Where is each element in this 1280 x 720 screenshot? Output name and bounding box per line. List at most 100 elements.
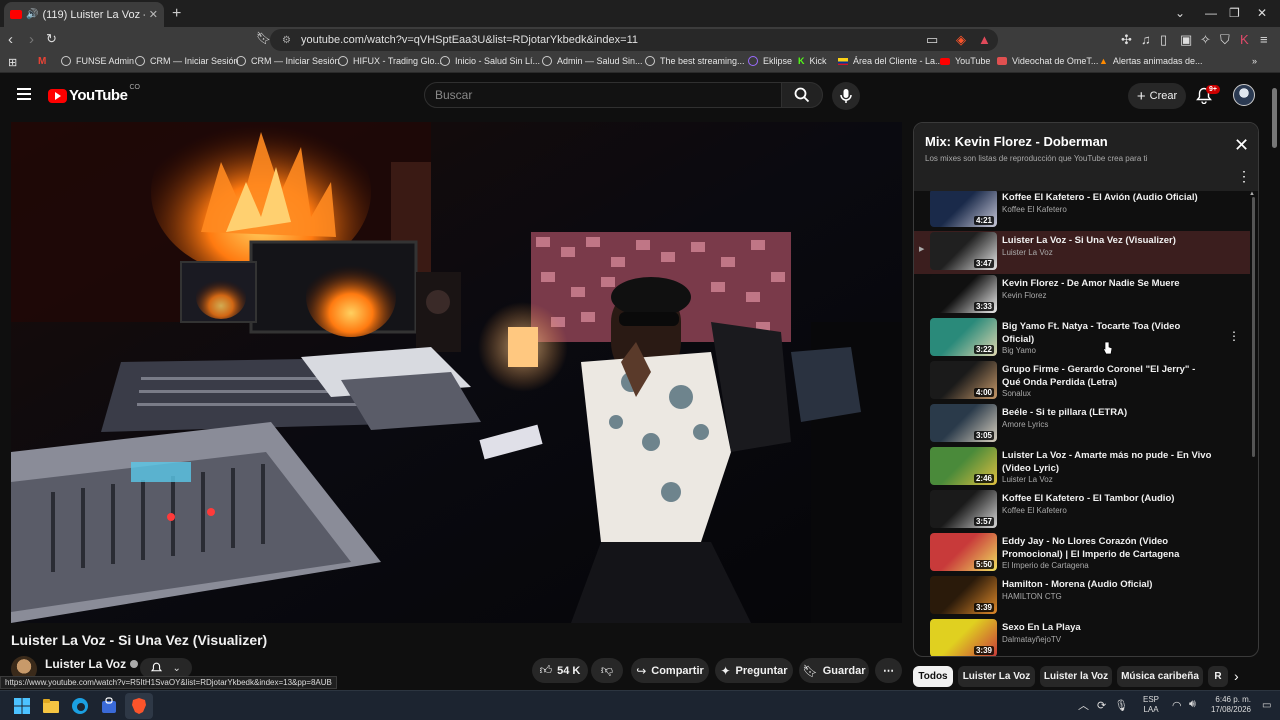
video-thumbnail[interactable]: 3:39 bbox=[930, 576, 997, 614]
bookmark-item[interactable]: HIFUX - Trading Glo... bbox=[338, 56, 442, 66]
apps-icon[interactable]: ⊞ bbox=[8, 56, 17, 69]
bookmark-item[interactable]: YouTube bbox=[940, 56, 990, 66]
bookmark-item[interactable]: CRM — Iniciar Sesión bbox=[135, 56, 239, 66]
close-window-button[interactable]: ✕ bbox=[1257, 6, 1267, 20]
youtube-logo[interactable]: YouTube CO bbox=[48, 84, 140, 104]
bookmark-item[interactable]: K Kick bbox=[798, 56, 827, 66]
brave-shield-icon[interactable]: ◈ bbox=[956, 32, 966, 48]
video-player[interactable] bbox=[11, 122, 902, 623]
subscription-bell-button[interactable]: ⌄ bbox=[140, 658, 192, 678]
voice-search-button[interactable] bbox=[832, 82, 860, 110]
language-indicator[interactable]: ESP LAA bbox=[1143, 695, 1159, 715]
playlist-item[interactable]: 4:00 Grupo Firme - Gerardo Coronel "El Je… bbox=[914, 360, 1250, 403]
store-icon[interactable] bbox=[100, 697, 118, 715]
item-more-icon[interactable]: ⋮ bbox=[1228, 329, 1240, 343]
save-button[interactable]: 🔖︎ Guardar bbox=[799, 658, 869, 683]
reload-icon[interactable]: ↻ bbox=[46, 31, 57, 47]
wifi-icon[interactable]: ◠ bbox=[1172, 699, 1182, 712]
bookmark-item[interactable]: Área del Cliente - La... bbox=[838, 56, 943, 66]
file-explorer-icon[interactable] bbox=[42, 697, 60, 715]
chip-all[interactable]: Todos bbox=[913, 666, 953, 687]
windows-start-icon[interactable] bbox=[13, 697, 31, 715]
video-thumbnail[interactable]: 3:05 bbox=[930, 404, 997, 442]
chevron-right-icon[interactable]: › bbox=[1234, 668, 1239, 684]
playlist-scrollbar[interactable] bbox=[1252, 197, 1255, 457]
bookmark-item[interactable]: Admin — Salud Sin... bbox=[542, 56, 643, 66]
video-thumbnail[interactable]: 4:21 bbox=[930, 191, 997, 227]
video-thumbnail[interactable]: 3:22 bbox=[930, 318, 997, 356]
playlist-item[interactable]: 3:39 Hamilton - Morena (Audio Oficial) HAM… bbox=[914, 575, 1250, 618]
search-button[interactable] bbox=[781, 82, 823, 108]
video-thumbnail[interactable]: 3:33 bbox=[930, 275, 997, 313]
bookmark-item[interactable]: Videochat de OmeT... bbox=[997, 56, 1098, 66]
playlist-item[interactable]: 5:50 Eddy Jay - No Llores Corazón (Video … bbox=[914, 532, 1250, 575]
browser-tab[interactable]: 🔊 (119) Luister La Voz - Si Una V ✕ bbox=[4, 2, 164, 27]
hamburger-menu-icon[interactable] bbox=[17, 88, 31, 100]
more-actions-button[interactable]: ⋯ bbox=[875, 658, 902, 683]
video-thumbnail[interactable]: 4:00 bbox=[930, 361, 997, 399]
share-button[interactable]: ↪ Compartir bbox=[631, 658, 709, 683]
playlist-item[interactable]: 3:39 Sexo En La Playa DalmatayñejoTV bbox=[914, 618, 1250, 656]
bookmark-icon[interactable]: 🔖︎ bbox=[256, 31, 271, 45]
site-info-icon[interactable]: ⚙ bbox=[282, 35, 291, 46]
maximize-button[interactable]: ❐ bbox=[1229, 6, 1240, 20]
notification-center-icon[interactable]: ▭ bbox=[1262, 700, 1271, 711]
extensions-icon[interactable]: ✣ bbox=[1121, 32, 1132, 48]
playlist-item-current[interactable]: ▶ 3:47 Luister La Voz - Si Una Vez (Visual… bbox=[914, 231, 1250, 274]
media-icon[interactable]: ♫ bbox=[1141, 32, 1151, 47]
page-scrollbar[interactable] bbox=[1272, 88, 1277, 148]
search-input[interactable]: Buscar bbox=[424, 82, 782, 108]
back-icon[interactable]: ‹ bbox=[8, 31, 13, 48]
playlist-item[interactable]: 3:57 Koffee El Kafetero - El Tambor (Audi… bbox=[914, 489, 1250, 532]
video-thumbnail[interactable]: 2:46 bbox=[930, 447, 997, 485]
new-tab-button[interactable]: + bbox=[172, 5, 181, 23]
more-bookmarks-icon[interactable]: » bbox=[1252, 56, 1257, 66]
edge-icon[interactable] bbox=[71, 697, 89, 715]
brave-browser-icon[interactable] bbox=[130, 697, 148, 715]
tab-search-icon[interactable]: ⌄ bbox=[1175, 6, 1185, 20]
microphone-tray-icon[interactable]: 🎙︎ bbox=[1114, 699, 1128, 712]
show-hidden-icons-icon[interactable]: ︿ bbox=[1078, 697, 1089, 713]
sidebar-icon[interactable]: ▯ bbox=[1160, 32, 1167, 48]
playlist-item[interactable]: 3:33 Kevin Florez - De Amor Nadie Se Muer… bbox=[914, 274, 1250, 317]
minimize-button[interactable]: — bbox=[1205, 6, 1217, 20]
scroll-up-arrow-icon[interactable]: ▲ bbox=[1249, 191, 1255, 197]
volume-icon[interactable]: 🔊︎ bbox=[1189, 698, 1196, 711]
forward-icon[interactable]: › bbox=[29, 31, 34, 48]
close-tab-icon[interactable]: ✕ bbox=[149, 8, 158, 21]
video-thumbnail[interactable]: 3:39 bbox=[930, 619, 997, 656]
bookmark-item[interactable]: CRM — Iniciar Sesión bbox=[236, 56, 340, 66]
playlist-item[interactable]: 4:21 Koffee El Kafetero - El Avión (Audio… bbox=[914, 191, 1250, 231]
menu-icon[interactable]: ≡ bbox=[1260, 32, 1268, 47]
chip-item[interactable]: R bbox=[1208, 666, 1228, 687]
create-button[interactable]: + Crear bbox=[1128, 83, 1186, 109]
brave-rewards-icon[interactable]: ▲ bbox=[978, 32, 991, 47]
clock[interactable]: 6:46 p. m. 17/08/2026 bbox=[1205, 695, 1251, 715]
wallet-icon[interactable]: ▣ bbox=[1180, 32, 1192, 48]
leo-icon[interactable]: ✧ bbox=[1200, 32, 1211, 48]
chip-item[interactable]: Música caribeña bbox=[1117, 666, 1203, 687]
playlist-item[interactable]: 3:05 Beéle - Si te pillara (LETRA) Amore L… bbox=[914, 403, 1250, 446]
chip-item[interactable]: Luister la Voz bbox=[1040, 666, 1112, 687]
playlist-more-icon[interactable]: ⋮ bbox=[1237, 168, 1251, 185]
playlist-item[interactable]: 3:22 Big Yamo Ft. Natya - Tocarte Toa (Vi… bbox=[914, 317, 1250, 360]
speaker-icon[interactable]: 🔊 bbox=[26, 9, 38, 20]
like-button[interactable]: 👍︎ 54 K bbox=[532, 658, 588, 683]
sync-icon[interactable]: ⟳ bbox=[1097, 699, 1106, 712]
bookmark-item[interactable]: FUNSE Admin bbox=[61, 56, 134, 66]
profile-icon[interactable]: K bbox=[1240, 32, 1249, 47]
playlist-item[interactable]: 2:46 Luister La Voz - Amarte más no pude … bbox=[914, 446, 1250, 489]
bookmark-item[interactable]: The best streaming... bbox=[645, 56, 745, 66]
chip-item[interactable]: Luister La Voz bbox=[958, 666, 1035, 687]
close-playlist-icon[interactable]: ✕ bbox=[1234, 136, 1249, 154]
video-thumbnail[interactable]: 3:57 bbox=[930, 490, 997, 528]
user-avatar[interactable] bbox=[1233, 84, 1255, 106]
channel-name[interactable]: Luister La Voz bbox=[45, 657, 139, 671]
bookmark-item[interactable]: Inicio - Salud Sin Lí... bbox=[440, 56, 540, 66]
video-thumbnail[interactable]: 3:47 bbox=[930, 232, 997, 270]
bookmark-item[interactable]: Eklipse bbox=[748, 56, 792, 66]
gmail-bookmark[interactable]: M bbox=[38, 56, 46, 67]
playlist-title[interactable]: Mix: Kevin Florez - Doberman bbox=[925, 134, 1108, 149]
video-thumbnail[interactable]: 5:50 bbox=[930, 533, 997, 571]
vpn-icon[interactable]: ⛉ bbox=[1220, 32, 1230, 48]
